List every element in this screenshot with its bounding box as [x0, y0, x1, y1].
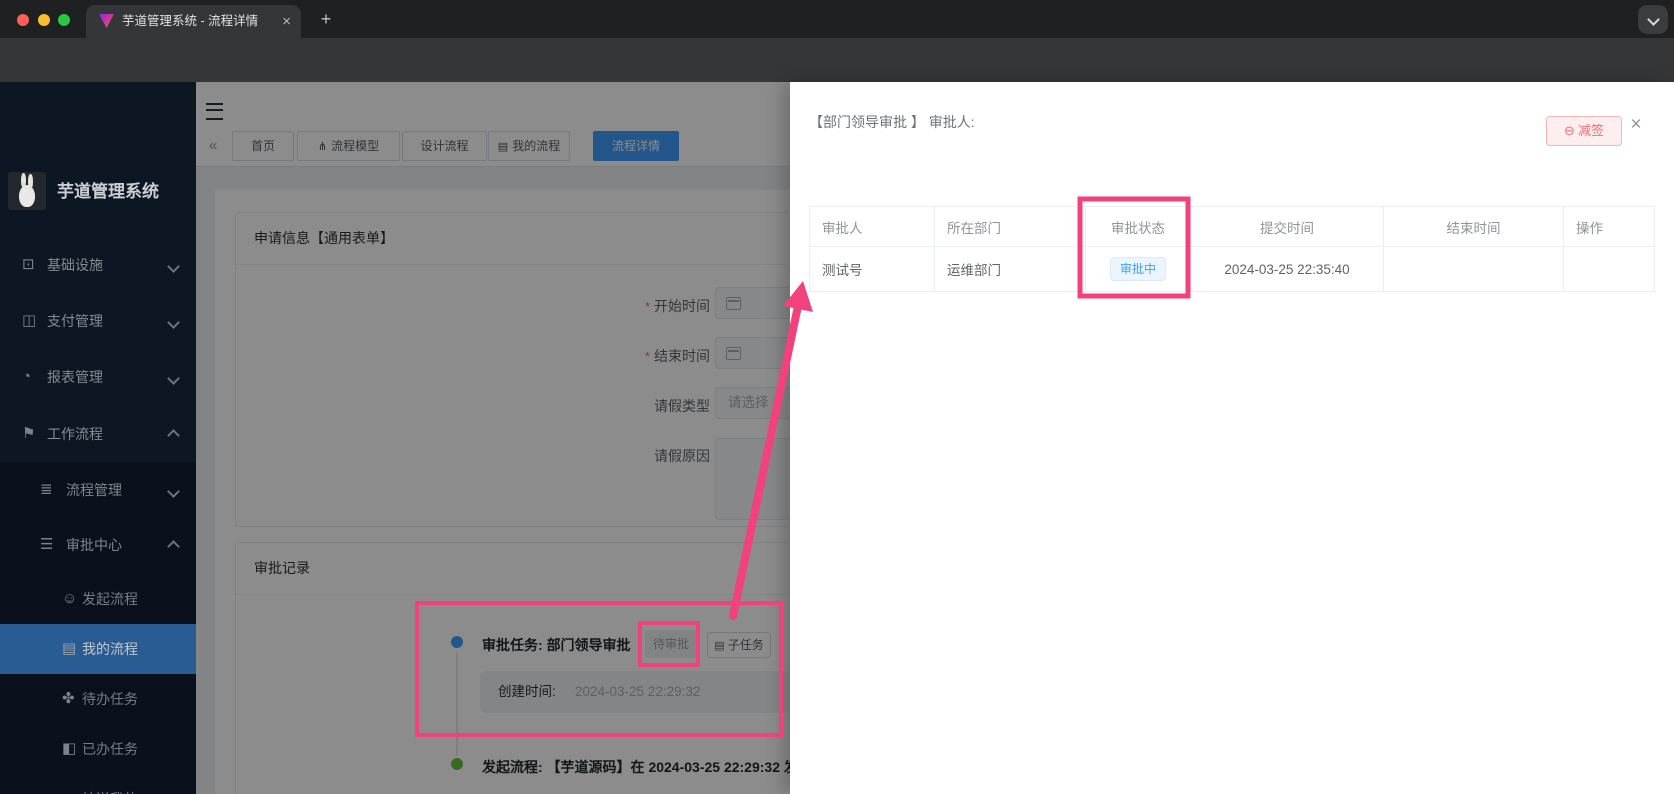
- payment-icon: ◫: [22, 296, 36, 346]
- sidebar-item-cc-me[interactable]: ⧉ 抄送我的: [0, 774, 196, 794]
- list-icon: ≣: [40, 465, 53, 515]
- status-badge: 审批中: [1110, 257, 1166, 281]
- book-icon: ▤: [62, 624, 76, 674]
- clover-icon: ✤: [62, 674, 75, 724]
- pie-chart-icon: ◔: [22, 352, 31, 402]
- chevron-down-icon: [167, 485, 180, 498]
- cell-action: [1564, 247, 1655, 292]
- col-status: 审批状态: [1086, 207, 1191, 247]
- sidebar-item-my-process[interactable]: ▤ 我的流程: [0, 624, 196, 674]
- sidebar-item-start-process[interactable]: ☺ 发起流程: [0, 574, 196, 624]
- site-favicon: [99, 14, 114, 28]
- col-approver: 审批人: [810, 207, 935, 247]
- sidebar-item-approval-center[interactable]: ☰ 审批中心: [0, 520, 196, 570]
- chevron-up-icon: [167, 540, 180, 553]
- sidebar-item-done-task[interactable]: ◧ 已办任务: [0, 724, 196, 774]
- smiley-icon: ☺: [62, 574, 77, 624]
- chevron-down-icon: [167, 316, 180, 329]
- app-title: 芋道管理系统: [57, 177, 159, 202]
- workflow-icon: ⚑: [22, 409, 35, 459]
- sidebar: 芋道管理系统 ⊡ 基础设施 ◫ 支付管理 ◔ 报表管理 ⚑ 工作流程 ≣ 流程管…: [0, 82, 196, 794]
- sidebar-item-workflow[interactable]: ⚑ 工作流程: [0, 409, 196, 459]
- reduce-sign-button[interactable]: ⊖减签: [1546, 116, 1622, 146]
- cell-submit-time: 2024-03-25 22:35:40: [1191, 247, 1384, 292]
- sidebar-item-report[interactable]: ◔ 报表管理: [0, 352, 196, 402]
- chevron-up-icon: [167, 429, 180, 442]
- drawer-title: 【部门领导审批 】 审批人:: [809, 112, 975, 132]
- stack-icon: ☰: [40, 520, 53, 570]
- chevron-down-icon: [167, 372, 180, 385]
- logo-avatar: [8, 172, 46, 210]
- circle-minus-icon: ⊖: [1564, 123, 1575, 138]
- col-end-time: 结束时间: [1384, 207, 1564, 247]
- drawer-close-icon[interactable]: ×: [1624, 113, 1648, 137]
- approver-drawer: 【部门领导审批 】 审批人: ⊖减签 × 审批人 所在部门 审批状态 提交时间 …: [790, 82, 1674, 794]
- tab-title: 芋道管理系统 - 流程详情: [122, 5, 258, 38]
- approver-table: 审批人 所在部门 审批状态 提交时间 结束时间 操作 测试号 运维部门 审批中 …: [809, 206, 1655, 292]
- monitor-icon: ⊡: [22, 240, 35, 290]
- browser-toolbar: ← → ↻ ⌂ ⓘ 127.0.0.1/bpm/process-instance…: [0, 38, 1674, 82]
- table-row: 测试号 运维部门 审批中 2024-03-25 22:35:40: [810, 247, 1655, 292]
- col-submit-time: 提交时间: [1191, 207, 1384, 247]
- sidebar-item-process-manage[interactable]: ≣ 流程管理: [0, 465, 196, 515]
- cell-end-time: [1384, 247, 1564, 292]
- sidebar-item-payment[interactable]: ◫ 支付管理: [0, 296, 196, 346]
- tab-search-button[interactable]: [1638, 5, 1668, 34]
- browser-tab-strip: 芋道管理系统 - 流程详情 × +: [0, 0, 1674, 38]
- browser-tab[interactable]: 芋道管理系统 - 流程详情 ×: [86, 5, 301, 38]
- sidebar-item-infrastructure[interactable]: ⊡ 基础设施: [0, 240, 196, 290]
- copy-icon: ⧉: [62, 774, 73, 794]
- col-department: 所在部门: [935, 207, 1086, 247]
- window-close-button[interactable]: [17, 14, 29, 26]
- tab-close-icon[interactable]: ×: [282, 5, 291, 38]
- table-header-row: 审批人 所在部门 审批状态 提交时间 结束时间 操作: [810, 207, 1655, 247]
- chevron-down-icon: [167, 260, 180, 273]
- sidebar-item-todo-task[interactable]: ✤ 待办任务: [0, 674, 196, 724]
- cell-department: 运维部门: [935, 247, 1086, 292]
- window-minimize-button[interactable]: [38, 14, 50, 26]
- screenshot-root: 芋道管理系统 - 流程详情 × + ← → ↻ ⌂ ⓘ 127.0.0.1/bp…: [0, 0, 1674, 794]
- cell-approver: 测试号: [810, 247, 935, 292]
- new-tab-button[interactable]: +: [313, 6, 339, 32]
- col-action: 操作: [1564, 207, 1655, 247]
- grid-icon: ◧: [62, 724, 76, 774]
- window-maximize-button[interactable]: [58, 14, 70, 26]
- cell-status: 审批中: [1086, 247, 1191, 292]
